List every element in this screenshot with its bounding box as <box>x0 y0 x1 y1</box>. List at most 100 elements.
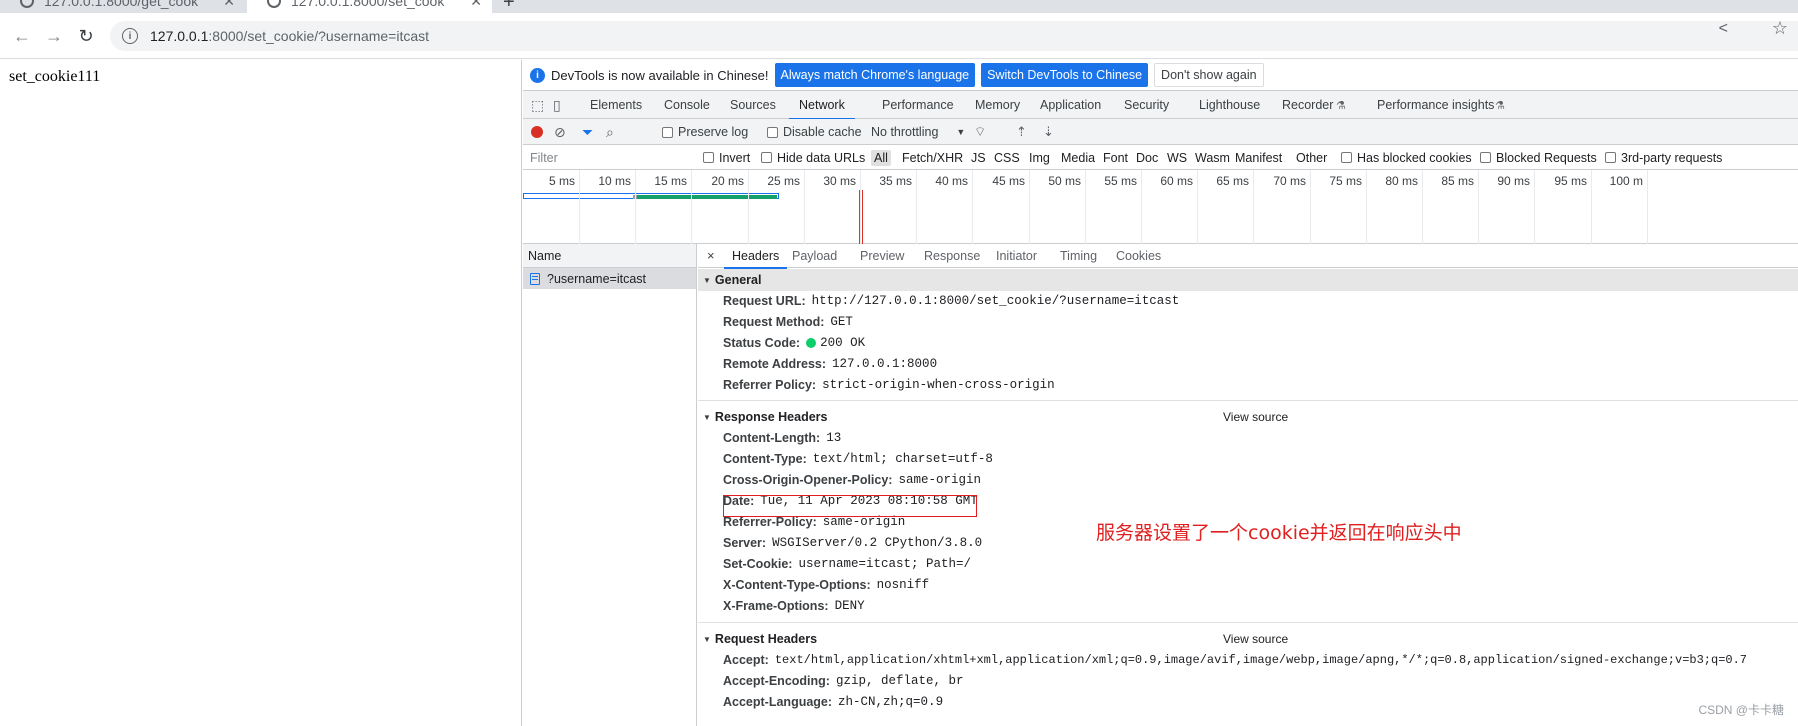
header-value: zh-CN,zh;q=0.9 <box>838 695 944 709</box>
filter-type-img[interactable]: Img <box>1029 145 1050 170</box>
forward-arrow-icon[interactable]: → <box>42 24 66 48</box>
header-row: Request URL: http://127.0.0.1:8000/set_co… <box>723 292 1179 310</box>
tab-headers[interactable]: Headers <box>723 244 788 269</box>
tab-payload[interactable]: Payload <box>792 244 837 268</box>
tab-performance-insights[interactable]: Performance insights <box>1377 91 1494 119</box>
clear-icon[interactable]: ⊘ <box>554 119 566 145</box>
browser-tab-get-cookie[interactable]: 127.0.0.1:8000/get_cook ✕ <box>0 0 245 13</box>
filter-type-media[interactable]: Media <box>1061 145 1095 170</box>
hide-data-urls-checkbox[interactable]: Hide data URLs <box>761 145 865 170</box>
request-row[interactable]: ?username=itcast <box>523 268 696 289</box>
throttling-select[interactable]: No throttling ▼ <box>871 119 965 145</box>
disable-cache-checkbox[interactable]: Disable cache <box>767 119 862 145</box>
browser-tab-set-cookie[interactable]: 127.0.0.1:8000/set_cook ✕ <box>247 0 492 13</box>
filter-input[interactable]: Filter <box>530 145 680 170</box>
tab-network[interactable]: Network <box>789 91 855 120</box>
search-icon[interactable]: ⌕ <box>606 119 614 145</box>
device-toolbar-icon[interactable]: ▯ <box>553 97 561 114</box>
star-icon[interactable]: ☆ <box>1772 18 1788 39</box>
filter-type-other[interactable]: Other <box>1296 145 1327 170</box>
tab-memory[interactable]: Memory <box>975 91 1020 119</box>
general-section-header[interactable]: ▼ General <box>698 269 1798 291</box>
switch-to-chinese-button[interactable]: Switch DevTools to Chinese <box>981 63 1149 87</box>
header-key: Content-Length: <box>723 431 821 445</box>
triangle-down-icon: ▼ <box>703 412 711 422</box>
browser-toolbar: ← → ↻ i 127.0.0.1:8000/set_cookie/?usern… <box>0 13 1798 59</box>
always-match-language-button[interactable]: Always match Chrome's language <box>774 63 976 87</box>
filter-type-doc[interactable]: Doc <box>1136 145 1158 170</box>
inspect-element-icon[interactable]: ⬚ <box>531 97 544 114</box>
filter-type-all[interactable]: All <box>871 145 891 170</box>
filter-type-fetch-xhr[interactable]: Fetch/XHR <box>902 145 963 170</box>
header-row: Referrer Policy: strict-origin-when-cross… <box>723 376 1055 394</box>
page-body-text: set_cookie111 <box>9 68 101 85</box>
back-arrow-icon[interactable]: ← <box>10 24 34 48</box>
tab-recorder[interactable]: Recorder <box>1282 91 1333 119</box>
network-toolbar: ⊘ ⏷ ⌕ Preserve log Disable cache No thro… <box>523 119 1798 145</box>
tab-security[interactable]: Security <box>1124 91 1169 119</box>
blocked-requests-label: Blocked Requests <box>1496 150 1597 165</box>
url-host: 127.0.0.1 <box>150 28 209 44</box>
view-source-link[interactable]: View source <box>1223 632 1288 646</box>
timeline-gridline <box>1197 170 1198 244</box>
invert-checkbox[interactable]: Invert <box>703 145 750 170</box>
dont-show-again-button[interactable]: Don't show again <box>1154 63 1264 87</box>
header-key: Remote Address: <box>723 357 827 371</box>
load-event-line <box>862 190 863 244</box>
header-key: Referrer Policy: <box>723 378 817 392</box>
header-value: nosniff <box>876 578 930 592</box>
filter-bar: Filter Invert Hide data URLs All Fetch/X… <box>523 145 1798 170</box>
record-icon[interactable] <box>531 119 543 145</box>
share-icon[interactable]: < <box>1719 20 1728 38</box>
filter-type-manifest[interactable]: Manifest <box>1235 145 1282 170</box>
blocked-requests-checkbox[interactable]: Blocked Requests <box>1480 145 1597 170</box>
tab-elements[interactable]: Elements <box>590 91 642 119</box>
network-conditions-icon[interactable]: ⌔ <box>974 119 986 145</box>
timeline-tick-label: 20 ms <box>711 174 744 188</box>
tab-response[interactable]: Response <box>924 244 980 268</box>
preserve-log-label: Preserve log <box>678 125 749 139</box>
filter-type-ws[interactable]: WS <box>1167 145 1187 170</box>
tab-preview[interactable]: Preview <box>860 244 904 268</box>
export-har-icon[interactable]: ⇣ <box>1043 119 1054 145</box>
filter-type-font[interactable]: Font <box>1103 145 1128 170</box>
devtools-panel: i DevTools is now available in Chinese! … <box>523 60 1798 726</box>
has-blocked-cookies-checkbox[interactable]: Has blocked cookies <box>1341 145 1472 170</box>
info-icon[interactable]: i <box>122 28 138 44</box>
request-headers-section-header[interactable]: ▼ Request Headers View source <box>698 628 1798 650</box>
filter-type-js[interactable]: JS <box>971 145 986 170</box>
third-party-requests-checkbox[interactable]: 3rd-party requests <box>1605 145 1722 170</box>
close-details-icon[interactable]: × <box>707 244 715 268</box>
address-bar[interactable]: i 127.0.0.1:8000/set_cookie/?username=it… <box>110 21 1798 51</box>
tab-timing[interactable]: Timing <box>1060 244 1097 268</box>
response-headers-section-header[interactable]: ▼ Response Headers View source <box>698 406 1798 428</box>
network-overview-timeline[interactable]: 5 ms 10 ms 15 ms 20 ms 25 ms 30 ms 35 ms 40 ms 4… <box>523 170 1798 244</box>
header-value: 13 <box>826 431 842 445</box>
watermark: CSDN @卡卡糖 <box>1698 703 1784 717</box>
preserve-log-checkbox[interactable]: Preserve log <box>662 119 748 145</box>
reload-icon[interactable]: ↻ <box>74 24 98 48</box>
filter-type-css[interactable]: CSS <box>994 145 1020 170</box>
header-row: X-Frame-Options: DENY <box>723 597 865 615</box>
tab-lighthouse[interactable]: Lighthouse <box>1199 91 1260 119</box>
timeline-tick-label: 60 ms <box>1160 174 1193 188</box>
close-icon[interactable]: ✕ <box>470 0 482 10</box>
tab-performance[interactable]: Performance <box>882 91 954 119</box>
timeline-gridline <box>748 170 749 244</box>
header-value: same-origin <box>898 473 981 487</box>
tab-console[interactable]: Console <box>664 91 710 119</box>
tab-initiator[interactable]: Initiator <box>996 244 1037 268</box>
name-column-header[interactable]: Name <box>523 244 696 268</box>
view-source-link[interactable]: View source <box>1223 410 1288 424</box>
import-har-icon[interactable]: ⇡ <box>1016 119 1027 145</box>
filter-icon[interactable]: ⏷ <box>582 119 593 145</box>
close-icon[interactable]: ✕ <box>223 0 235 10</box>
filter-type-wasm[interactable]: Wasm <box>1195 145 1230 170</box>
header-key: X-Content-Type-Options: <box>723 578 871 592</box>
timeline-tick-label: 10 ms <box>598 174 631 188</box>
tab-sources[interactable]: Sources <box>730 91 776 119</box>
page-viewport: set_cookie111 <box>0 60 522 726</box>
tab-application[interactable]: Application <box>1040 91 1101 119</box>
tab-cookies[interactable]: Cookies <box>1116 244 1161 268</box>
new-tab-button[interactable]: + <box>503 0 515 13</box>
